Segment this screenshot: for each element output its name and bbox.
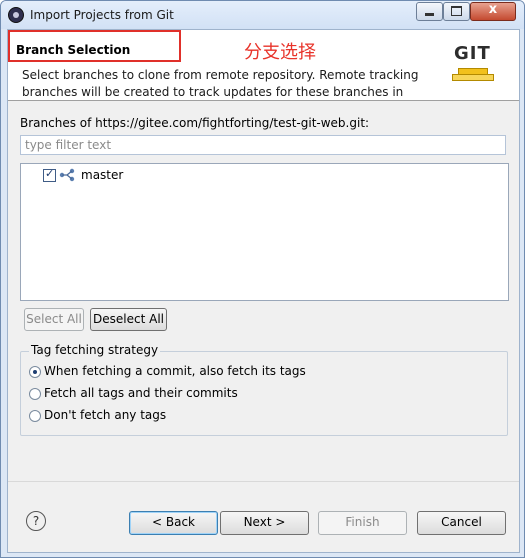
branch-name: master <box>81 168 124 182</box>
wizard-body: Branches of https://gitee.com/fightforti… <box>8 101 519 552</box>
cancel-button[interactable]: Cancel <box>417 511 506 535</box>
wizard-header: Branch Selection 分支选择 Select branches to… <box>8 30 519 116</box>
next-button[interactable]: Next > <box>220 511 309 535</box>
dialog-content: Branch Selection 分支选择 Select branches to… <box>7 29 520 553</box>
window-title: Import Projects from Git <box>30 8 174 22</box>
branches-label: Branches of https://gitee.com/fightforti… <box>20 116 370 130</box>
select-all-button[interactable]: Select All <box>24 308 84 331</box>
minimize-button[interactable] <box>416 2 443 21</box>
annotation-label: 分支选择 <box>244 42 316 63</box>
help-icon[interactable]: ? <box>26 511 46 531</box>
footer-divider <box>8 481 519 482</box>
close-icon: x <box>488 2 498 17</box>
back-button[interactable]: < Back <box>129 511 218 535</box>
tag-strategy-title: Tag fetching strategy <box>29 343 161 357</box>
import-projects-dialog: Import Projects from Git x Branch Select… <box>0 0 525 558</box>
git-logo: GIT <box>452 43 494 85</box>
radio-label: Fetch all tags and their commits <box>44 386 238 400</box>
filter-input[interactable] <box>20 135 506 155</box>
radio-label: Don't fetch any tags <box>44 408 167 422</box>
git-logo-text: GIT <box>454 43 491 64</box>
title-bar[interactable]: Import Projects from Git x <box>1 1 524 29</box>
maximize-icon <box>451 6 462 16</box>
radio-button[interactable] <box>29 366 41 378</box>
radio-label: When fetching a commit, also fetch its t… <box>44 364 306 378</box>
git-logo-bar-bottom <box>452 74 494 81</box>
branch-icon <box>59 168 75 182</box>
page-title: Branch Selection <box>16 43 131 57</box>
maximize-button[interactable] <box>443 2 470 21</box>
close-window-button[interactable]: x <box>470 2 516 21</box>
minimize-icon <box>425 13 434 16</box>
deselect-all-button[interactable]: Deselect All <box>90 308 167 331</box>
radio-button[interactable] <box>29 410 41 422</box>
finish-button[interactable]: Finish <box>318 511 407 535</box>
tag-strategy-group: Tag fetching strategy When fetching a co… <box>20 343 508 436</box>
master-checkbox[interactable] <box>43 167 56 182</box>
branch-list: master <box>20 163 509 301</box>
radio-button[interactable] <box>29 388 41 400</box>
eclipse-app-icon <box>8 7 24 23</box>
